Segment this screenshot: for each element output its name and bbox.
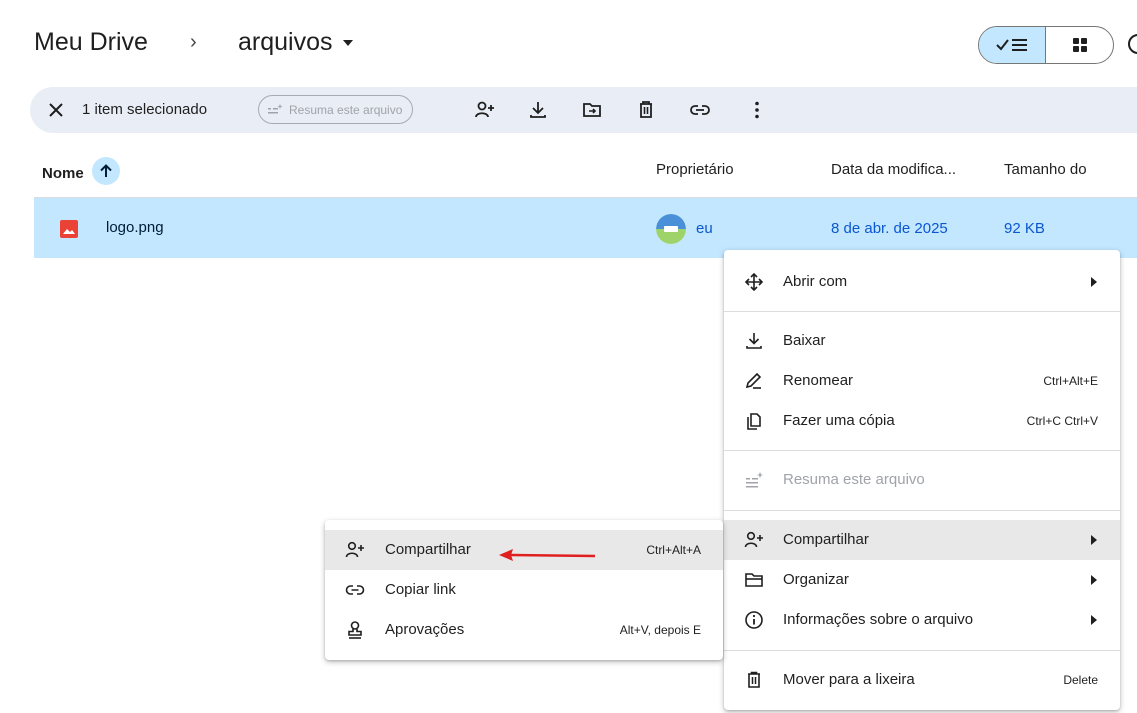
move-to-folder-icon[interactable] [581, 99, 603, 121]
menu-make-copy-label: Fazer uma cópia [783, 412, 895, 429]
menu-file-info[interactable]: Informações sobre o arquivo [724, 600, 1120, 640]
menu-open-with-label: Abrir com [783, 273, 848, 290]
caret-down-icon [342, 39, 353, 46]
submenu-arrow-icon [1091, 615, 1097, 625]
more-vert-icon[interactable] [746, 99, 768, 121]
folder-open-icon [745, 573, 763, 587]
avatar-image-icon [656, 214, 686, 244]
link-icon[interactable] [689, 99, 711, 121]
column-owner[interactable]: Proprietário [656, 161, 734, 178]
breadcrumb-root[interactable]: Meu Drive [34, 28, 148, 57]
menu-file-info-label: Informações sobre o arquivo [783, 611, 974, 628]
annotation-arrow-icon [499, 549, 596, 561]
copy-icon [747, 413, 761, 430]
grid-view-button[interactable] [1046, 27, 1113, 63]
menu-organize[interactable]: Organizar [724, 560, 1120, 600]
submenu-approvals-label: Aprovações [385, 621, 465, 638]
summarize-icon [746, 472, 764, 488]
owner-avatar [656, 214, 686, 244]
context-menu: Abrir com Baixar Renomear Ctrl+Alt+E Faz… [724, 250, 1120, 710]
file-modified-date: 8 de abr. de 2025 [831, 220, 948, 237]
open-with-icon [744, 272, 764, 292]
checked-list-icon [996, 39, 1027, 51]
summarize-chip: Resuma este arquivo [258, 95, 414, 124]
share-submenu: Compartilhar Ctrl+Alt+A Copiar link Apro… [325, 520, 723, 660]
menu-move-to-trash-label: Mover para a lixeira [783, 671, 915, 688]
selection-count: 1 item selecionado [82, 101, 208, 118]
submenu-share-shortcut: Ctrl+Alt+A [646, 543, 701, 557]
menu-open-with[interactable]: Abrir com [724, 262, 1120, 302]
file-size: 92 KB [1004, 220, 1045, 237]
menu-share[interactable]: Compartilhar [724, 520, 1120, 560]
folder-title: arquivos [238, 28, 333, 56]
trash-icon[interactable] [635, 99, 657, 121]
image-file-icon [60, 220, 78, 238]
breadcrumb-current-folder[interactable]: arquivos [238, 28, 355, 57]
submenu-arrow-icon [1091, 277, 1097, 287]
menu-move-to-trash[interactable]: Mover para a lixeira Delete [724, 660, 1120, 700]
share-icon[interactable] [474, 99, 496, 121]
menu-rename-shortcut: Ctrl+Alt+E [1043, 374, 1098, 388]
download-icon[interactable] [527, 99, 549, 121]
file-name: logo.png [106, 219, 164, 236]
column-header: Nome Proprietário Data da modifica... Ta… [0, 142, 1137, 198]
menu-divider [724, 650, 1120, 651]
menu-rename[interactable]: Renomear Ctrl+Alt+E [724, 361, 1120, 401]
menu-download[interactable]: Baixar [724, 321, 1120, 361]
menu-divider [724, 450, 1120, 451]
column-name[interactable]: Nome [42, 157, 120, 185]
link-icon [345, 585, 365, 595]
submenu-arrow-icon [1091, 535, 1097, 545]
menu-share-label: Compartilhar [783, 531, 869, 548]
menu-move-to-trash-shortcut: Delete [1063, 673, 1098, 687]
download-icon [746, 333, 762, 349]
file-row[interactable]: logo.png eu 8 de abr. de 2025 92 KB [34, 198, 1137, 258]
info-icon [745, 611, 763, 629]
column-size[interactable]: Tamanho do [1004, 161, 1087, 178]
column-modified[interactable]: Data da modifica... [831, 161, 956, 178]
menu-divider [724, 510, 1120, 511]
submenu-share-label: Compartilhar [385, 541, 471, 558]
pencil-icon [745, 372, 762, 389]
summarize-chip-label: Resuma este arquivo [289, 102, 403, 117]
menu-make-copy-shortcut: Ctrl+C Ctrl+V [1026, 414, 1098, 428]
submenu-approvals-shortcut: Alt+V, depois E [619, 623, 701, 637]
selection-toolbar: 1 item selecionado Resuma este arquivo [30, 87, 1137, 133]
close-icon[interactable] [46, 100, 66, 120]
drive-header: Meu Drive › arquivos [0, 0, 1137, 84]
menu-summarize-label: Resuma este arquivo [783, 471, 925, 488]
submenu-arrow-icon [1091, 575, 1097, 585]
submenu-copy-link[interactable]: Copiar link [325, 570, 723, 610]
menu-organize-label: Organizar [783, 571, 849, 588]
list-view-button[interactable] [979, 27, 1046, 63]
submenu-copy-link-label: Copiar link [385, 581, 456, 598]
file-owner: eu [696, 220, 713, 237]
share-icon [744, 531, 763, 548]
details-icon[interactable] [1128, 32, 1137, 56]
background-row-fragment [792, 700, 832, 713]
share-icon [345, 541, 364, 558]
trash-icon [748, 671, 760, 688]
submenu-approvals[interactable]: Aprovações Alt+V, depois E [325, 610, 723, 650]
approval-stamp-icon [348, 621, 362, 639]
menu-summarize: Resuma este arquivo [724, 460, 1120, 500]
column-name-label: Nome [42, 164, 84, 182]
menu-make-copy[interactable]: Fazer uma cópia Ctrl+C Ctrl+V [724, 401, 1120, 441]
sort-direction-button[interactable] [91, 157, 120, 185]
grid-icon [1072, 38, 1087, 52]
summarize-icon [268, 103, 283, 113]
menu-download-label: Baixar [783, 332, 826, 349]
menu-divider [724, 311, 1120, 312]
view-toggle [978, 26, 1114, 64]
menu-rename-label: Renomear [783, 372, 854, 389]
breadcrumb-separator: › [190, 31, 197, 53]
arrow-up-icon [99, 164, 112, 177]
